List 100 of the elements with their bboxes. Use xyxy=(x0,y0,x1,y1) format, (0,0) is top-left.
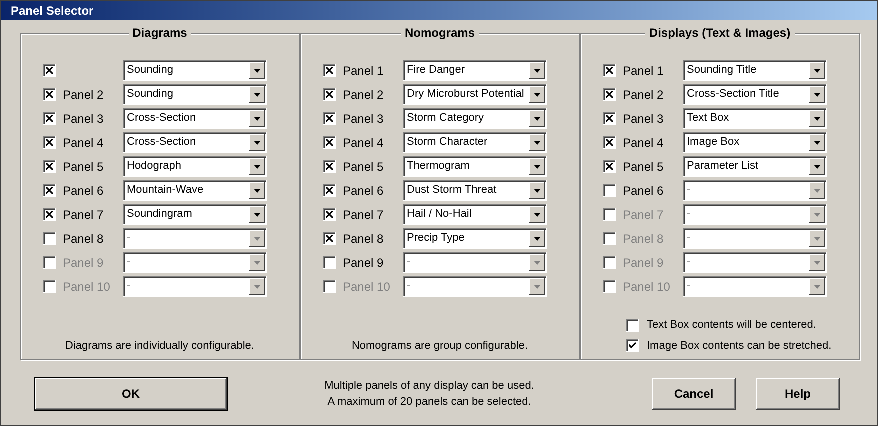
dropdown[interactable]: Image Box xyxy=(683,132,827,153)
x-mark-icon xyxy=(326,91,333,98)
checkbox[interactable] xyxy=(323,256,336,269)
caret-icon xyxy=(254,116,260,120)
cancel-button[interactable]: Cancel xyxy=(652,378,736,410)
dropdown[interactable]: Cross-Section xyxy=(123,108,267,129)
panel-label: Panel 10 xyxy=(63,278,110,296)
panel-label: Panel 6 xyxy=(63,182,104,200)
dropdown-value: Hodograph xyxy=(126,159,182,174)
checkbox[interactable] xyxy=(603,112,616,125)
dropdown[interactable]: Hodograph xyxy=(123,156,267,177)
x-mark-icon xyxy=(46,67,53,74)
dropdown[interactable]: - xyxy=(123,228,267,249)
checkbox[interactable] xyxy=(43,112,56,125)
caret-icon xyxy=(814,236,820,240)
checkbox[interactable] xyxy=(43,64,56,77)
checkbox[interactable] xyxy=(323,160,336,173)
panel-label: Panel 3 xyxy=(343,110,384,128)
note-text: Nomograms are group configurable. xyxy=(352,339,528,354)
caret-icon xyxy=(534,188,540,192)
checkbox[interactable] xyxy=(43,232,56,245)
dropdown-value: Storm Character xyxy=(406,135,489,150)
checkbox[interactable] xyxy=(603,160,616,173)
dropdown-value: - xyxy=(406,279,412,294)
dropdown[interactable]: Storm Category xyxy=(403,108,547,129)
caret-icon xyxy=(814,140,820,144)
dropdown-value: - xyxy=(686,255,692,270)
checkbox[interactable] xyxy=(323,184,336,197)
checkbox[interactable] xyxy=(43,160,56,173)
dropdown[interactable]: Dust Storm Threat xyxy=(403,180,547,201)
checkbox[interactable] xyxy=(323,88,336,101)
panel-label: Panel 8 xyxy=(343,230,384,248)
x-mark-icon xyxy=(606,91,613,98)
dropdown[interactable]: Cross-Section xyxy=(123,132,267,153)
dropdown[interactable]: Hail / No-Hail xyxy=(403,204,547,225)
checkbox[interactable] xyxy=(603,184,616,197)
panel-label: Panel 4 xyxy=(63,134,104,152)
panel-label: Panel 1 xyxy=(623,62,664,80)
x-mark-icon xyxy=(46,115,53,122)
dropdown[interactable]: - xyxy=(683,180,827,201)
checkbox[interactable] xyxy=(43,208,56,221)
dropdown-value: Sounding Title xyxy=(686,63,758,78)
dropdown[interactable]: Parameter List xyxy=(683,156,827,177)
checkbox[interactable] xyxy=(43,88,56,101)
panel-label: Panel 8 xyxy=(63,230,104,248)
panel-label: Panel 9 xyxy=(623,254,664,272)
dropdown[interactable]: Storm Character xyxy=(403,132,547,153)
checkbox[interactable] xyxy=(603,136,616,149)
panel-label: Panel 5 xyxy=(343,158,384,176)
dropdown[interactable]: Text Box xyxy=(683,108,827,129)
caret-icon xyxy=(534,284,540,288)
dropdown-value: Parameter List xyxy=(686,159,760,174)
checkbox[interactable] xyxy=(323,136,336,149)
panel-label: Panel 2 xyxy=(623,86,664,104)
checkbox[interactable] xyxy=(626,339,639,352)
dropdown[interactable]: Dry Microburst Potential xyxy=(403,84,547,105)
caret-icon xyxy=(814,92,820,96)
dropdown[interactable]: Sounding Title xyxy=(683,60,827,81)
dropdown[interactable]: Thermogram xyxy=(403,156,547,177)
dropdown-value: Precip Type xyxy=(406,231,466,246)
caret-icon xyxy=(254,284,260,288)
checkbox[interactable] xyxy=(323,208,336,221)
dropdown-value: - xyxy=(126,279,132,294)
caret-icon xyxy=(254,164,260,168)
dropdown[interactable]: Sounding xyxy=(123,84,267,105)
ok-button[interactable]: OK xyxy=(35,378,227,410)
help-button[interactable]: Help xyxy=(756,378,840,410)
caret-icon xyxy=(534,116,540,120)
checkbox[interactable] xyxy=(43,136,56,149)
caret-icon xyxy=(254,68,260,72)
caret-icon xyxy=(814,164,820,168)
panel-label: Panel 2 xyxy=(343,86,384,104)
dropdown-value: Soundingram xyxy=(126,207,194,222)
dropdown[interactable]: Sounding xyxy=(123,60,267,81)
caret-icon xyxy=(814,68,820,72)
dropdown[interactable]: Precip Type xyxy=(403,228,547,249)
checkbox[interactable] xyxy=(603,64,616,77)
dropdown-value: - xyxy=(406,255,412,270)
caret-icon xyxy=(534,140,540,144)
dropdown-value: Cross-Section xyxy=(126,111,198,126)
x-mark-icon xyxy=(606,115,613,122)
x-mark-icon xyxy=(606,67,613,74)
checkbox[interactable] xyxy=(626,318,639,332)
dropdown[interactable]: Mountain-Wave xyxy=(123,180,267,201)
dropdown[interactable]: - xyxy=(403,252,547,273)
caret-icon xyxy=(254,236,260,240)
checkbox[interactable] xyxy=(323,64,336,77)
dropdown-value: Text Box xyxy=(686,111,730,126)
checkbox[interactable] xyxy=(323,232,336,245)
checkbox[interactable] xyxy=(323,112,336,125)
checkbox[interactable] xyxy=(43,184,56,197)
panel-label: Panel 10 xyxy=(343,278,390,296)
caret-icon xyxy=(254,140,260,144)
panel-label: Panel 2 xyxy=(63,86,104,104)
checkbox[interactable] xyxy=(603,88,616,101)
panel-label: Panel 6 xyxy=(343,182,384,200)
dropdown[interactable]: Soundingram xyxy=(123,204,267,225)
dropdown[interactable]: Cross-Section Title xyxy=(683,84,827,105)
caret-icon xyxy=(534,212,540,216)
dropdown[interactable]: Fire Danger xyxy=(403,60,547,81)
